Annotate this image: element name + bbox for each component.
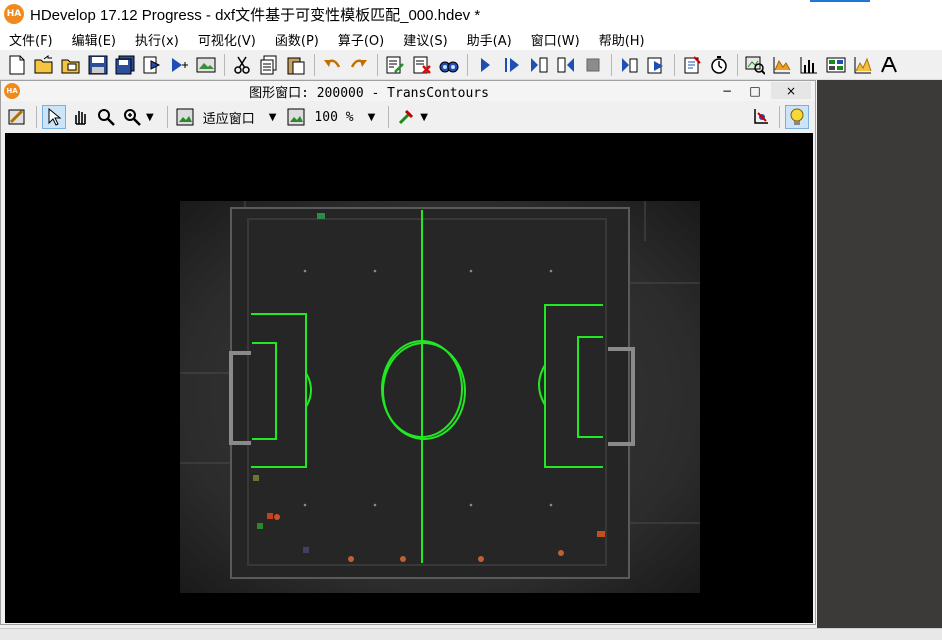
cut-icon[interactable] [231, 54, 253, 76]
timer-icon[interactable] [708, 54, 730, 76]
zoom-dropdown-arrow[interactable]: ▼ [146, 112, 154, 123]
maximize-button[interactable]: □ [741, 82, 769, 99]
toolbar-separator [737, 53, 738, 76]
menu-execute[interactable]: 执行(x) [126, 30, 189, 49]
image-tool-icon[interactable] [195, 54, 217, 76]
redo-icon[interactable] [348, 54, 370, 76]
histogram-icon[interactable] [798, 54, 820, 76]
edit-graphics-icon[interactable] [5, 105, 29, 129]
undo-icon[interactable] [321, 54, 343, 76]
bottom-status-strip [0, 628, 942, 640]
profile-icon[interactable] [681, 54, 703, 76]
zoom-percent-dropdown-arrow[interactable]: ▼ [368, 112, 376, 123]
toolbar-separator [674, 53, 675, 76]
edit-line-icon[interactable] [384, 54, 406, 76]
graphics-toolbar-separator [166, 106, 168, 128]
pan-hand-icon[interactable] [68, 105, 92, 129]
window-title: HDevelop 17.12 Progress - dxf文件基于可变性模板匹配… [30, 6, 481, 24]
graphics-toolbar: ▼ 适应窗口 ▼ 100 % ▼ ▼ [1, 102, 815, 132]
run-to-icon[interactable] [168, 54, 190, 76]
more-icon[interactable] [879, 54, 901, 76]
main-toolbar [0, 50, 942, 80]
zoom-percent-icon[interactable] [284, 105, 308, 129]
save-icon[interactable] [87, 54, 109, 76]
color-dropdown-arrow[interactable]: ▼ [420, 112, 428, 123]
menu-edit[interactable]: 编辑(E) [63, 30, 126, 49]
fit-window-label[interactable]: 适应窗口 [203, 108, 255, 127]
minimize-button[interactable]: − [713, 82, 741, 99]
graphics-toolbar-separator [36, 106, 37, 128]
delete-line-icon[interactable] [411, 54, 433, 76]
stop-icon[interactable] [582, 54, 604, 76]
step-into-icon[interactable] [528, 54, 550, 76]
graphics-toolbar-separator [779, 106, 780, 128]
app-logo: HA [4, 4, 24, 24]
zoom-percent-label[interactable]: 100 % [314, 110, 353, 125]
menu-file[interactable]: 文件(F) [0, 30, 63, 49]
export-icon[interactable] [60, 54, 82, 76]
toolbar-separator [314, 53, 315, 76]
menu-assistants[interactable]: 助手(A) [458, 30, 522, 49]
zoom-in-icon[interactable] [120, 105, 144, 129]
line-profile-icon[interactable] [771, 54, 793, 76]
graphics-toolbar-separator [388, 106, 390, 128]
variable-inspect-icon[interactable] [825, 54, 847, 76]
insert-icon[interactable] [141, 54, 163, 76]
paste-icon[interactable] [285, 54, 307, 76]
menu-operators[interactable]: 算子(O) [329, 30, 394, 49]
new-file-icon[interactable] [6, 54, 28, 76]
copy-icon[interactable] [258, 54, 280, 76]
toolbar-separator [611, 53, 612, 76]
menu-procedures[interactable]: 函数(P) [266, 30, 329, 49]
fit-window-icon[interactable] [173, 105, 197, 129]
step-over-icon[interactable] [501, 54, 523, 76]
open-file-icon[interactable] [33, 54, 55, 76]
title-accent-bar [810, 0, 870, 2]
menu-bar: 文件(F) 编辑(E) 执行(x) 可视化(V) 函数(P) 算子(O) 建议(… [0, 28, 942, 50]
toolbar-separator [377, 53, 378, 76]
magnify-icon[interactable] [94, 105, 118, 129]
menu-visualization[interactable]: 可视化(V) [189, 30, 266, 49]
graphics-window-titlebar[interactable]: HA 图形窗口: 200000 - TransContours − □ × [1, 81, 815, 101]
menu-window[interactable]: 窗口(W) [522, 30, 590, 49]
right-dock-panel [817, 80, 942, 628]
gray-histogram-icon[interactable] [852, 54, 874, 76]
fit-dropdown-arrow[interactable]: ▼ [269, 112, 277, 123]
image-display [180, 201, 700, 593]
save-all-icon[interactable] [114, 54, 136, 76]
step-out-icon[interactable] [555, 54, 577, 76]
reset-icon[interactable] [618, 54, 640, 76]
menu-help[interactable]: 帮助(H) [590, 30, 655, 49]
find-icon[interactable] [438, 54, 460, 76]
close-button[interactable]: × [771, 82, 811, 99]
toolbar-separator [224, 53, 225, 76]
color-tool-icon[interactable] [394, 105, 418, 129]
zoom-window-icon[interactable] [744, 54, 766, 76]
light-bulb-icon[interactable] [785, 105, 809, 129]
pointer-tool-icon[interactable] [42, 105, 66, 129]
toolbar-separator [467, 53, 468, 76]
reset-program-icon[interactable] [645, 54, 667, 76]
graphics-canvas[interactable] [5, 133, 813, 623]
graphics-window: HA 图形窗口: 200000 - TransContours − □ × ▼ … [0, 80, 816, 625]
menu-suggestions[interactable]: 建议(S) [394, 30, 457, 49]
graphics-window-title: 图形窗口: 200000 - TransContours [249, 85, 489, 101]
run-icon[interactable] [474, 54, 496, 76]
title-bar: HA HDevelop 17.12 Progress - dxf文件基于可变性模… [0, 0, 942, 28]
axes-icon[interactable] [748, 105, 772, 129]
field-surface [247, 218, 607, 566]
